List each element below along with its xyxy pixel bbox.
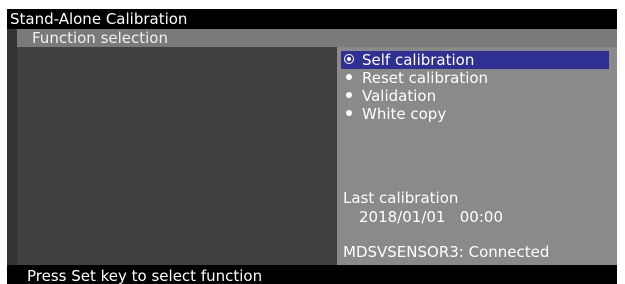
menu-item-label: Self calibration xyxy=(362,51,475,69)
radio-selected-icon xyxy=(344,51,357,69)
window-title: Stand-Alone Calibration xyxy=(10,10,188,28)
title-bar: Stand-Alone Calibration xyxy=(7,9,617,29)
bullet-icon xyxy=(345,105,357,123)
sensor-status: MDSVSENSOR3: Connected xyxy=(343,243,550,261)
menu-item-label: Reset calibration xyxy=(362,69,489,87)
menu-item-validation[interactable]: Validation xyxy=(341,87,609,105)
bullet-icon xyxy=(345,69,357,87)
section-title: Function selection xyxy=(32,29,168,47)
menu-item-self-calibration[interactable]: Self calibration xyxy=(341,51,609,69)
menu-item-white-copy[interactable]: White copy xyxy=(341,105,609,123)
footer-hint: Press Set key to select function xyxy=(27,267,263,284)
section-header: Function selection xyxy=(17,29,617,47)
left-pane xyxy=(17,47,337,265)
last-calibration-label: Last calibration xyxy=(343,189,459,207)
osd-screen: Stand-Alone Calibration Function selecti… xyxy=(7,9,617,284)
bullet-icon xyxy=(345,87,357,105)
last-calibration-value: 2018/01/01 00:00 xyxy=(359,208,503,226)
menu-item-reset-calibration[interactable]: Reset calibration xyxy=(341,69,609,87)
menu-item-label: White copy xyxy=(362,105,447,123)
footer-bar: Press Set key to select function xyxy=(7,265,617,284)
right-pane: Self calibration Reset calibration Valid… xyxy=(337,47,617,265)
menu-item-label: Validation xyxy=(362,87,437,105)
